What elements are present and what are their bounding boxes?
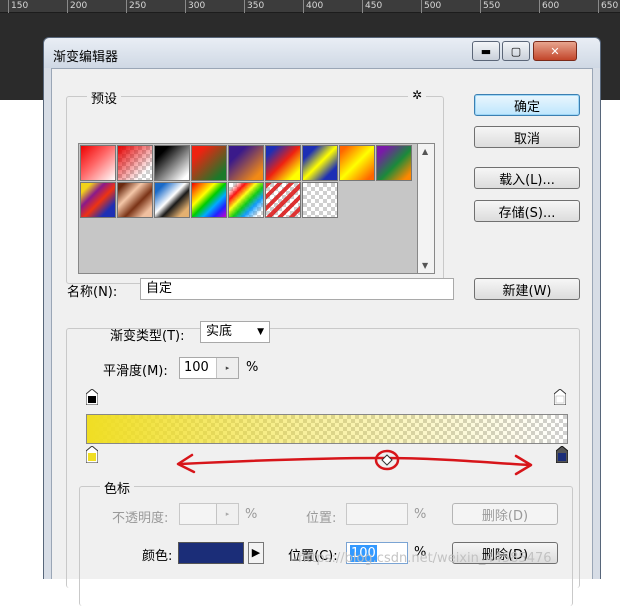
gradient-fill: [87, 415, 567, 443]
close-icon: ✕: [550, 44, 560, 58]
preset-swatch[interactable]: [376, 145, 412, 181]
opacity-stop-start[interactable]: [86, 389, 98, 405]
gradient-type-select[interactable]: 实底 ▼: [200, 321, 270, 343]
presets-title: 预设: [87, 88, 122, 107]
gradient-type-label: 渐变类型(T):: [110, 329, 185, 344]
smoothness-value[interactable]: 100: [184, 360, 209, 375]
preset-swatch[interactable]: [154, 182, 190, 218]
ok-button-label: 确定: [513, 99, 540, 115]
name-label: 名称(N):: [67, 285, 118, 300]
dialog-title: 渐变编辑器: [53, 50, 119, 65]
preset-swatch[interactable]: [228, 145, 264, 181]
save-button[interactable]: 存储(S)...: [474, 200, 580, 222]
name-input[interactable]: 自定: [140, 278, 454, 300]
smoothness-stepper[interactable]: 100 ▸: [179, 357, 239, 379]
preset-swatch[interactable]: [117, 182, 153, 218]
gradient-type-value: 实底: [206, 324, 233, 339]
load-button[interactable]: 载入(L)...: [474, 167, 580, 189]
opacity-unit: %: [245, 507, 258, 522]
dialog-client: 预设 ✲ ▲ ▼ 确定 取消 载入(L)... 存储(S)... 名称(N): …: [51, 68, 593, 606]
gradient-editor-dialog: 渐变编辑器 ▬ ▢ ✕ 预设 ✲ ▲ ▼ 确定 取消 载入(L)... 存储(S…: [43, 37, 601, 606]
maximize-icon: ▢: [510, 44, 522, 58]
preset-swatch[interactable]: [154, 145, 190, 181]
opacity-location-unit: %: [414, 507, 427, 522]
stepper-arrow-icon[interactable]: ▸: [216, 358, 238, 378]
scroll-up-icon[interactable]: ▲: [422, 147, 428, 156]
ruler-tick: 500: [421, 0, 441, 13]
ruler-tick: 250: [126, 0, 146, 13]
ok-button[interactable]: 确定: [474, 94, 580, 116]
preset-swatch[interactable]: [80, 182, 116, 218]
preset-swatch[interactable]: [265, 145, 301, 181]
preset-swatch[interactable]: [117, 145, 153, 181]
close-button[interactable]: ✕: [533, 41, 577, 61]
preset-swatch[interactable]: [191, 145, 227, 181]
ruler-tick: 400: [303, 0, 323, 13]
watermark-text: https://blog.csdn.net/weixin_44585476: [298, 551, 552, 566]
maximize-button[interactable]: ▢: [502, 41, 530, 61]
preset-scrollbar[interactable]: ▲ ▼: [418, 143, 435, 274]
stepper-arrow-icon[interactable]: ▸: [216, 504, 238, 524]
preset-swatch[interactable]: [265, 182, 301, 218]
preset-swatch[interactable]: [302, 145, 338, 181]
opacity-stop-end[interactable]: [554, 389, 566, 405]
opacity-stepper[interactable]: ▸: [179, 503, 239, 525]
gear-icon[interactable]: ✲: [408, 88, 427, 102]
opacity-label: 不透明度:: [112, 511, 169, 526]
ruler-tick: 300: [185, 0, 205, 13]
cancel-button-label: 取消: [513, 131, 540, 147]
cancel-button[interactable]: 取消: [474, 126, 580, 148]
delete-opacity-stop-label: 删除(D): [481, 508, 529, 524]
chevron-down-icon: ▼: [257, 327, 264, 337]
color-stop-start[interactable]: [86, 446, 98, 463]
ruler-tick: 650: [598, 0, 618, 13]
annotation-double-arrow: [176, 449, 533, 476]
title-bar[interactable]: 渐变编辑器 ▬ ▢ ✕: [44, 38, 600, 68]
color-stop-end[interactable]: [556, 446, 568, 463]
preset-swatch[interactable]: [80, 145, 116, 181]
color-stop-swatch[interactable]: [178, 542, 244, 564]
preset-swatch[interactable]: [191, 182, 227, 218]
stops-title: 色标: [100, 478, 135, 497]
preset-swatch[interactable]: [228, 182, 264, 218]
ruler-tick: 450: [362, 0, 382, 13]
ruler-tick: 550: [480, 0, 500, 13]
preset-swatch[interactable]: [339, 145, 375, 181]
ruler-tick: 600: [539, 0, 559, 13]
gradient-preview-bar[interactable]: [86, 414, 568, 444]
smoothness-label: 平滑度(M):: [103, 364, 168, 379]
ruler-tick: 350: [244, 0, 264, 13]
minimize-icon: ▬: [480, 44, 492, 58]
color-menu-button[interactable]: ▶: [248, 542, 264, 564]
preset-swatch[interactable]: [302, 182, 338, 218]
opacity-location-label: 位置:: [306, 511, 337, 526]
smoothness-unit: %: [246, 360, 259, 375]
new-button-label: 新建(W): [502, 283, 552, 299]
ruler-tick: 150: [8, 0, 28, 13]
horizontal-ruler: 150 200 250 300 350 400 450 500 550 600 …: [0, 0, 620, 13]
save-button-label: 存储(S)...: [498, 205, 556, 221]
delete-opacity-stop-button[interactable]: 删除(D): [452, 503, 558, 525]
new-button[interactable]: 新建(W): [474, 278, 580, 300]
color-label: 颜色:: [142, 549, 173, 564]
scroll-down-icon[interactable]: ▼: [422, 261, 428, 270]
opacity-location-input[interactable]: [346, 503, 408, 525]
load-button-label: 载入(L)...: [499, 172, 555, 188]
preset-swatch-grid: [78, 143, 418, 274]
ruler-tick: 200: [67, 0, 87, 13]
play-arrow-icon: ▶: [251, 546, 261, 559]
minimize-button[interactable]: ▬: [472, 41, 500, 61]
